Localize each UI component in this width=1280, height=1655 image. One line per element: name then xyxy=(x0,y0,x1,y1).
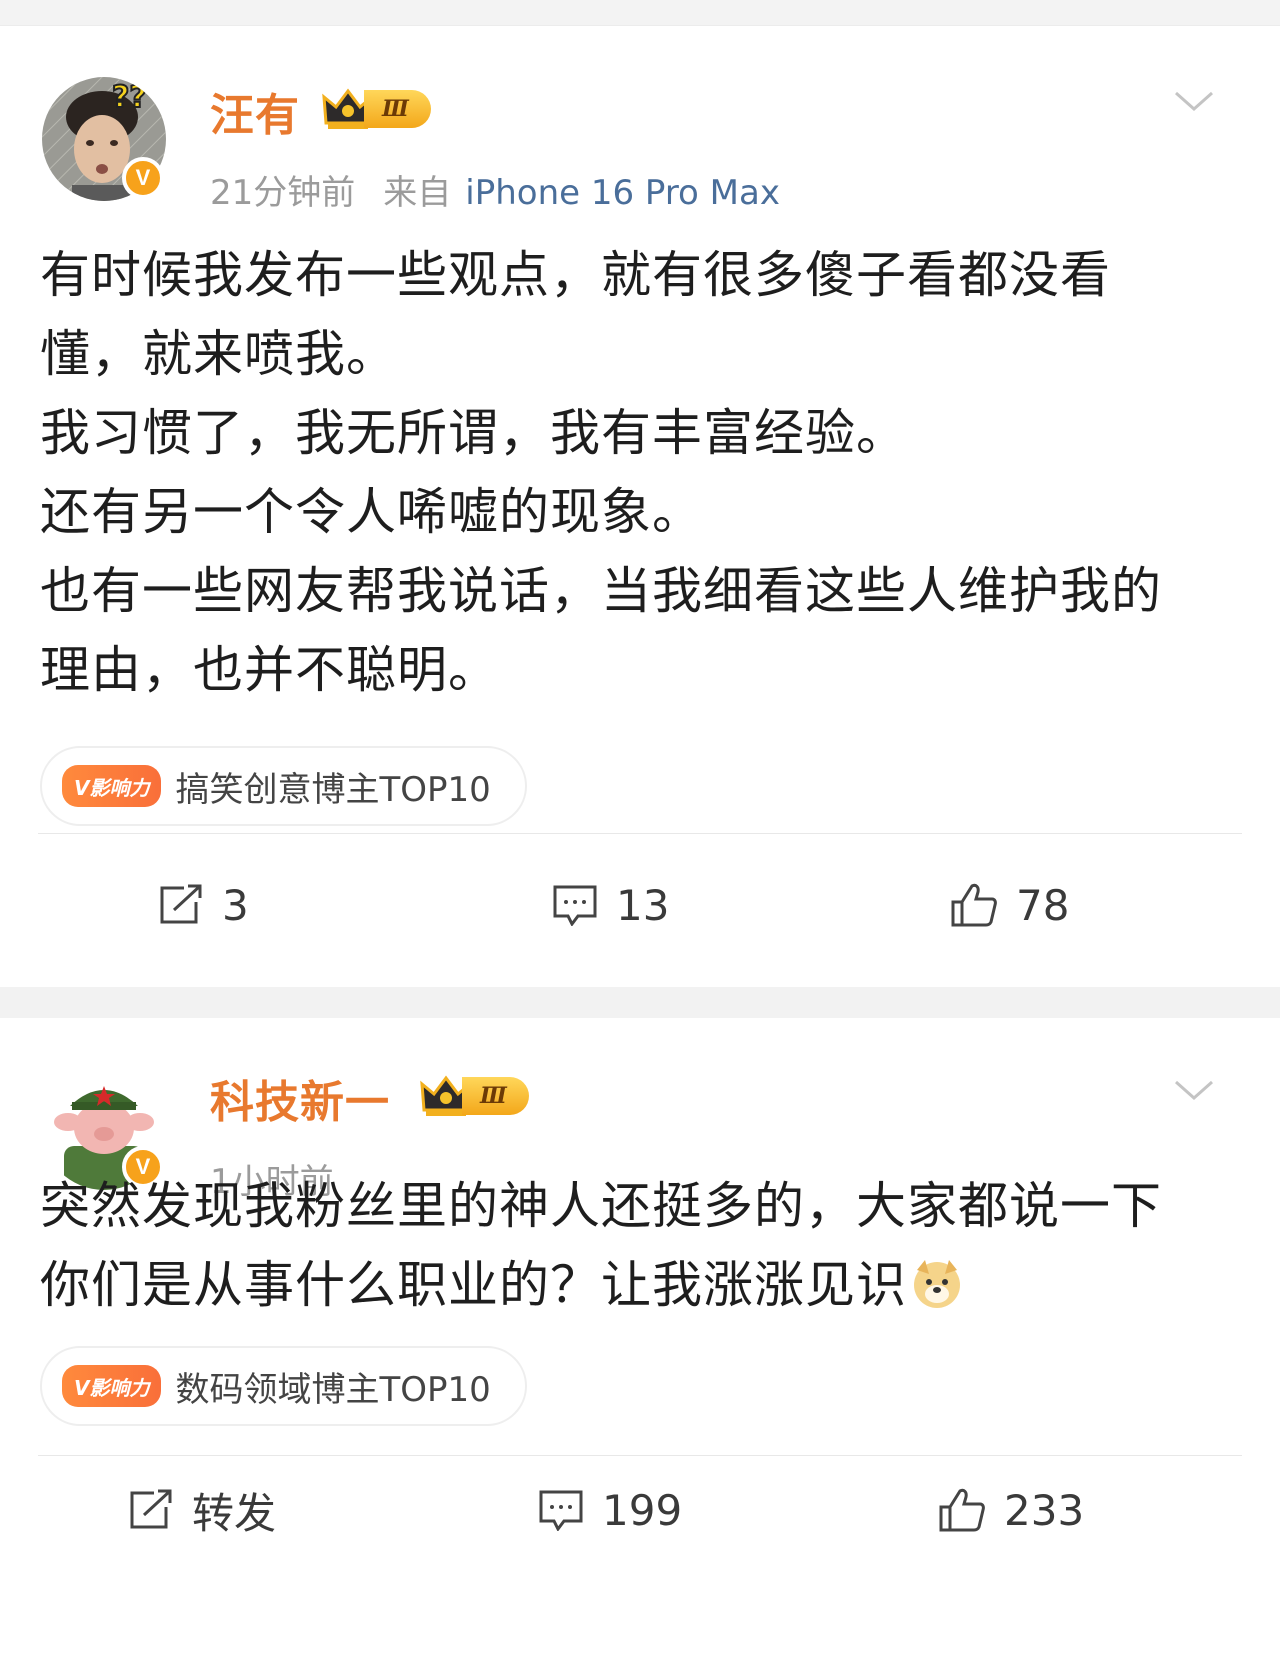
avatar[interactable]: ?? V xyxy=(42,77,166,201)
post-card[interactable]: ?? V 汪有 Ⅲ 21分钟前 来自 iPhone 16 Pro Max 有时候我发… xyxy=(0,27,1280,987)
repost-count: 3 xyxy=(222,880,249,930)
post-time: 21分钟前 xyxy=(210,173,356,213)
influence-badge: V影响力 xyxy=(62,765,162,807)
influence-tag[interactable]: V影响力 搞笑创意博主TOP10 xyxy=(40,746,527,826)
doge-emoji-icon xyxy=(914,1260,960,1308)
username[interactable]: 汪有 xyxy=(210,79,300,143)
content-line: 你们是从事什么职业的？让我涨涨见识 xyxy=(40,1246,1240,1325)
comment-icon xyxy=(539,1490,583,1531)
chevron-down-icon[interactable] xyxy=(1174,1078,1214,1102)
level-badge[interactable]: Ⅲ xyxy=(420,1074,529,1118)
repost-label: 转发 xyxy=(192,1488,277,1538)
username[interactable]: 科技新一 xyxy=(210,1066,390,1130)
comment-button[interactable]: 199 xyxy=(538,1460,682,1560)
influence-tag-label: 数码领域博主TOP10 xyxy=(175,1369,491,1410)
content-line: 我习惯了，我无所谓，我有丰富经验。 xyxy=(40,404,907,462)
content-line: 有时候我发布一些观点，就有很多傻子看都没看 xyxy=(40,246,1111,304)
content-line: 理由，也并不聪明。 xyxy=(40,641,499,699)
divider xyxy=(38,1455,1242,1456)
comment-count: 199 xyxy=(602,1485,683,1535)
influence-tag[interactable]: V影响力 数码领域博主TOP10 xyxy=(40,1346,527,1426)
post-meta: 21分钟前 来自 iPhone 16 Pro Max xyxy=(210,165,780,214)
like-button[interactable]: 233 xyxy=(938,1460,1084,1560)
level-number: Ⅲ xyxy=(462,1077,529,1115)
repost-button[interactable]: 3 xyxy=(158,855,249,955)
post-content: 突然发现我粉丝里的神人还挺多的，大家都说一下 你们是从事什么职业的？让我涨涨见识 xyxy=(40,1167,1240,1325)
content-line-text: 你们是从事什么职业的？让我涨涨见识 xyxy=(40,1256,907,1314)
like-button[interactable]: 78 xyxy=(950,855,1069,955)
content-line: 也有一些网友帮我说话，当我细看这些人维护我的 xyxy=(40,562,1162,620)
verified-v-icon: V xyxy=(122,157,164,199)
like-count: 233 xyxy=(1004,1485,1085,1535)
content-line: 突然发现我粉丝里的神人还挺多的，大家都说一下 xyxy=(40,1177,1162,1235)
source-prefix: 来自 xyxy=(383,173,452,213)
comment-count: 13 xyxy=(616,880,670,930)
post-content: 有时候我发布一些观点，就有很多傻子看都没看 懂，就来喷我。 我习惯了，我无所谓，… xyxy=(40,236,1240,710)
like-icon xyxy=(951,883,997,927)
comment-icon xyxy=(553,885,597,926)
like-icon xyxy=(939,1488,985,1532)
device-link[interactable]: iPhone 16 Pro Max xyxy=(465,173,780,213)
level-number: Ⅲ xyxy=(364,90,431,128)
repost-icon xyxy=(160,884,202,924)
action-bar: 转发 199 233 xyxy=(0,1460,1280,1560)
chevron-down-icon[interactable] xyxy=(1174,89,1214,113)
content-line: 还有另一个令人唏嘘的现象。 xyxy=(40,483,703,541)
action-bar: 3 13 78 xyxy=(0,855,1280,955)
content-line: 懂，就来喷我。 xyxy=(40,325,397,383)
top-strip xyxy=(0,0,1280,26)
repost-icon xyxy=(130,1489,172,1529)
influence-badge: V影响力 xyxy=(62,1365,162,1407)
like-count: 78 xyxy=(1016,880,1070,930)
level-badge[interactable]: Ⅲ xyxy=(322,87,431,131)
divider xyxy=(38,833,1242,834)
svg-text:??: ?? xyxy=(112,80,147,115)
post-card[interactable]: V 科技新一 Ⅲ 1小时前 突然发现我粉丝里的神人还挺多的，大家都说一下 你们是… xyxy=(0,1018,1280,1655)
influence-tag-label: 搞笑创意博主TOP10 xyxy=(175,769,491,810)
post-separator xyxy=(0,987,1280,1018)
comment-button[interactable]: 13 xyxy=(552,855,669,955)
repost-button[interactable]: 转发 xyxy=(128,1460,276,1560)
